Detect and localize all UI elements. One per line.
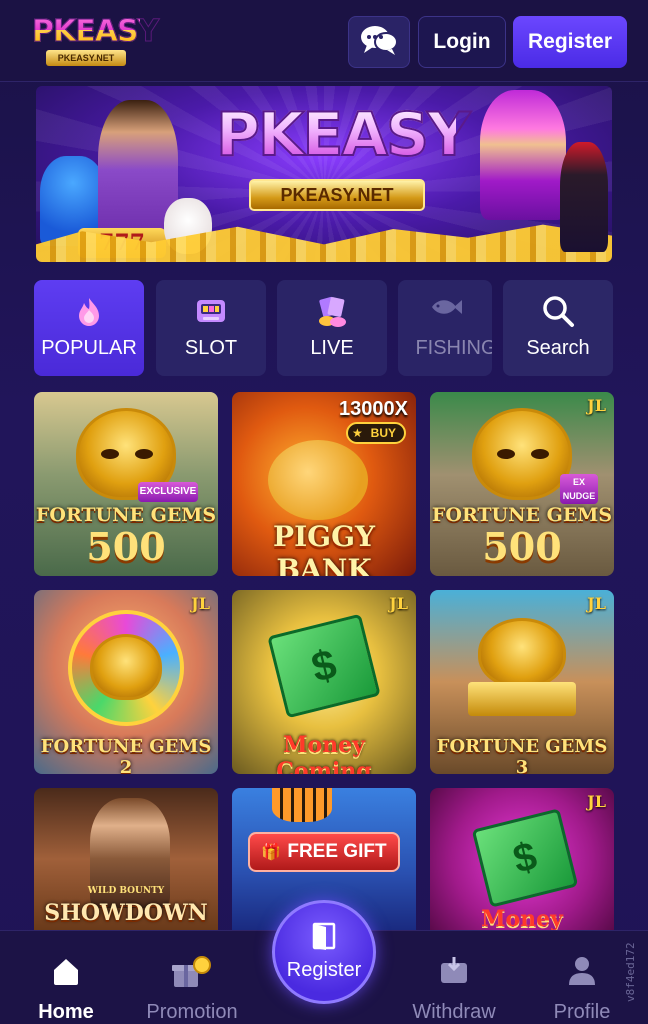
home-icon <box>50 955 82 992</box>
free-gift-button[interactable]: 🎁 FREE GIFT <box>248 832 400 872</box>
nav-label: Profile <box>553 1001 611 1023</box>
top-header: PKEASY PKEASY.NET Login Register <box>0 0 648 82</box>
provider-logo-jl: JL <box>191 594 210 613</box>
promo-banner[interactable]: 777 PKEASY PKEASY.NET <box>36 86 612 262</box>
game-subtitle: 500 <box>482 524 562 569</box>
tab-label: SLOT <box>184 337 238 359</box>
tab-search[interactable]: Search <box>503 280 613 376</box>
game-subtitle: 500 <box>86 524 166 569</box>
game-title: Money Coming <box>481 906 563 930</box>
logo-text: PKEASY <box>32 14 160 50</box>
tab-slot[interactable]: SLOT <box>156 280 266 376</box>
provider-logo-jl: JL <box>587 396 606 415</box>
money-stack-image: $ <box>471 808 579 908</box>
golden-altar-image <box>468 682 576 716</box>
multiplier-badge: 13000X <box>339 398 408 420</box>
gift-coin-icon <box>170 955 214 996</box>
profile-icon <box>567 955 597 992</box>
tab-label: Search <box>526 337 590 359</box>
game-card-piggy-bank[interactable]: 13000X ★ BUY PIGGY BANK <box>232 392 416 576</box>
center-register-label: Register <box>286 959 362 981</box>
free-gift-label: FREE GIFT <box>287 841 387 862</box>
withdraw-wallet-icon <box>438 955 470 992</box>
game-card-money-coming-2[interactable]: JL $ Money Coming <box>430 788 614 930</box>
register-button[interactable]: Register <box>513 16 627 68</box>
game-title: FORTUNE GEMS 2 <box>40 736 212 774</box>
version-tag: v8f4ed172 <box>624 942 637 1002</box>
game-subtitle: WILD BOUNTY <box>87 886 165 896</box>
door-icon <box>311 922 337 955</box>
provider-logo-jl: JL <box>389 594 408 613</box>
nav-label: Promotion <box>146 1001 238 1023</box>
banner-url-plate: PKEASY.NET <box>249 179 425 211</box>
buy-label: BUY <box>370 426 396 440</box>
game-card-fortune-gems-2[interactable]: JL FORTUNE GEMS 2 <box>34 590 218 774</box>
tab-popular[interactable]: POPULAR <box>34 280 144 376</box>
star-icon: ★ <box>352 426 363 440</box>
exclusive-badge: EXCLUSIVE <box>138 482 198 502</box>
fire-icon <box>75 296 103 331</box>
buy-badge: ★ BUY <box>346 422 406 444</box>
gift-icon: 🎁 <box>261 844 282 861</box>
game-card-fortune-gems-3[interactable]: JL FORTUNE GEMS 3 <box>430 590 614 774</box>
chat-button[interactable] <box>348 16 410 68</box>
tab-label: FISHING <box>415 337 492 359</box>
logo-subtitle: PKEASY.NET <box>46 50 126 66</box>
chat-bubbles-icon <box>359 23 399 62</box>
nav-label: Withdraw <box>412 1001 496 1023</box>
game-title: PIGGY BANK <box>273 520 375 576</box>
fish-icon <box>428 296 462 323</box>
golden-mask-image <box>472 408 572 500</box>
money-stack-image: $ <box>267 613 381 719</box>
tab-label: POPULAR <box>41 337 137 359</box>
game-card-fortune-gems-500[interactable]: EXCLUSIVE FORTUNE GEMS 500 <box>34 392 218 576</box>
game-title: SHOWDOWN <box>44 900 208 926</box>
poker-chips-icon <box>315 296 349 333</box>
game-title: FORTUNE GEMS 3 <box>436 736 608 774</box>
provider-logo-jl: JL <box>587 594 606 613</box>
golden-mask-image <box>90 634 162 700</box>
jester-figure <box>480 90 566 220</box>
thief-figure <box>560 142 608 252</box>
tab-live[interactable]: LIVE <box>277 280 387 376</box>
game-title: Money Coming <box>276 732 372 774</box>
provider-logo-jl: JL <box>587 792 606 811</box>
search-icon <box>541 294 575 333</box>
ex-nudge-badge: EX NUDGE <box>560 474 598 504</box>
banner-title: PKEASY <box>215 99 472 171</box>
tab-fishing[interactable]: FISHING <box>398 280 492 376</box>
game-card-fortune-gems-500-nudge[interactable]: JL EX NUDGE FORTUNE GEMS 500 <box>430 392 614 576</box>
game-card-money-coming[interactable]: JL $ Money Coming <box>232 590 416 774</box>
piggy-image <box>268 440 368 520</box>
center-register-button[interactable]: Register <box>272 900 376 1004</box>
tab-label: LIVE <box>310 337 354 359</box>
golden-mask-image <box>478 618 566 688</box>
game-card-wild-bounty-showdown[interactable]: WILD BOUNTY SHOWDOWN <box>34 788 218 930</box>
game-title: FORTUNE GEMS <box>431 504 613 526</box>
pkeasy-logo[interactable]: PKEASY PKEASY.NET <box>32 14 160 68</box>
nav-label: Home <box>38 1001 94 1023</box>
game-title: FORTUNE GEMS <box>35 504 217 526</box>
tiger-image <box>272 788 332 822</box>
slot-machine-icon <box>195 296 227 331</box>
login-button[interactable]: Login <box>418 16 506 68</box>
